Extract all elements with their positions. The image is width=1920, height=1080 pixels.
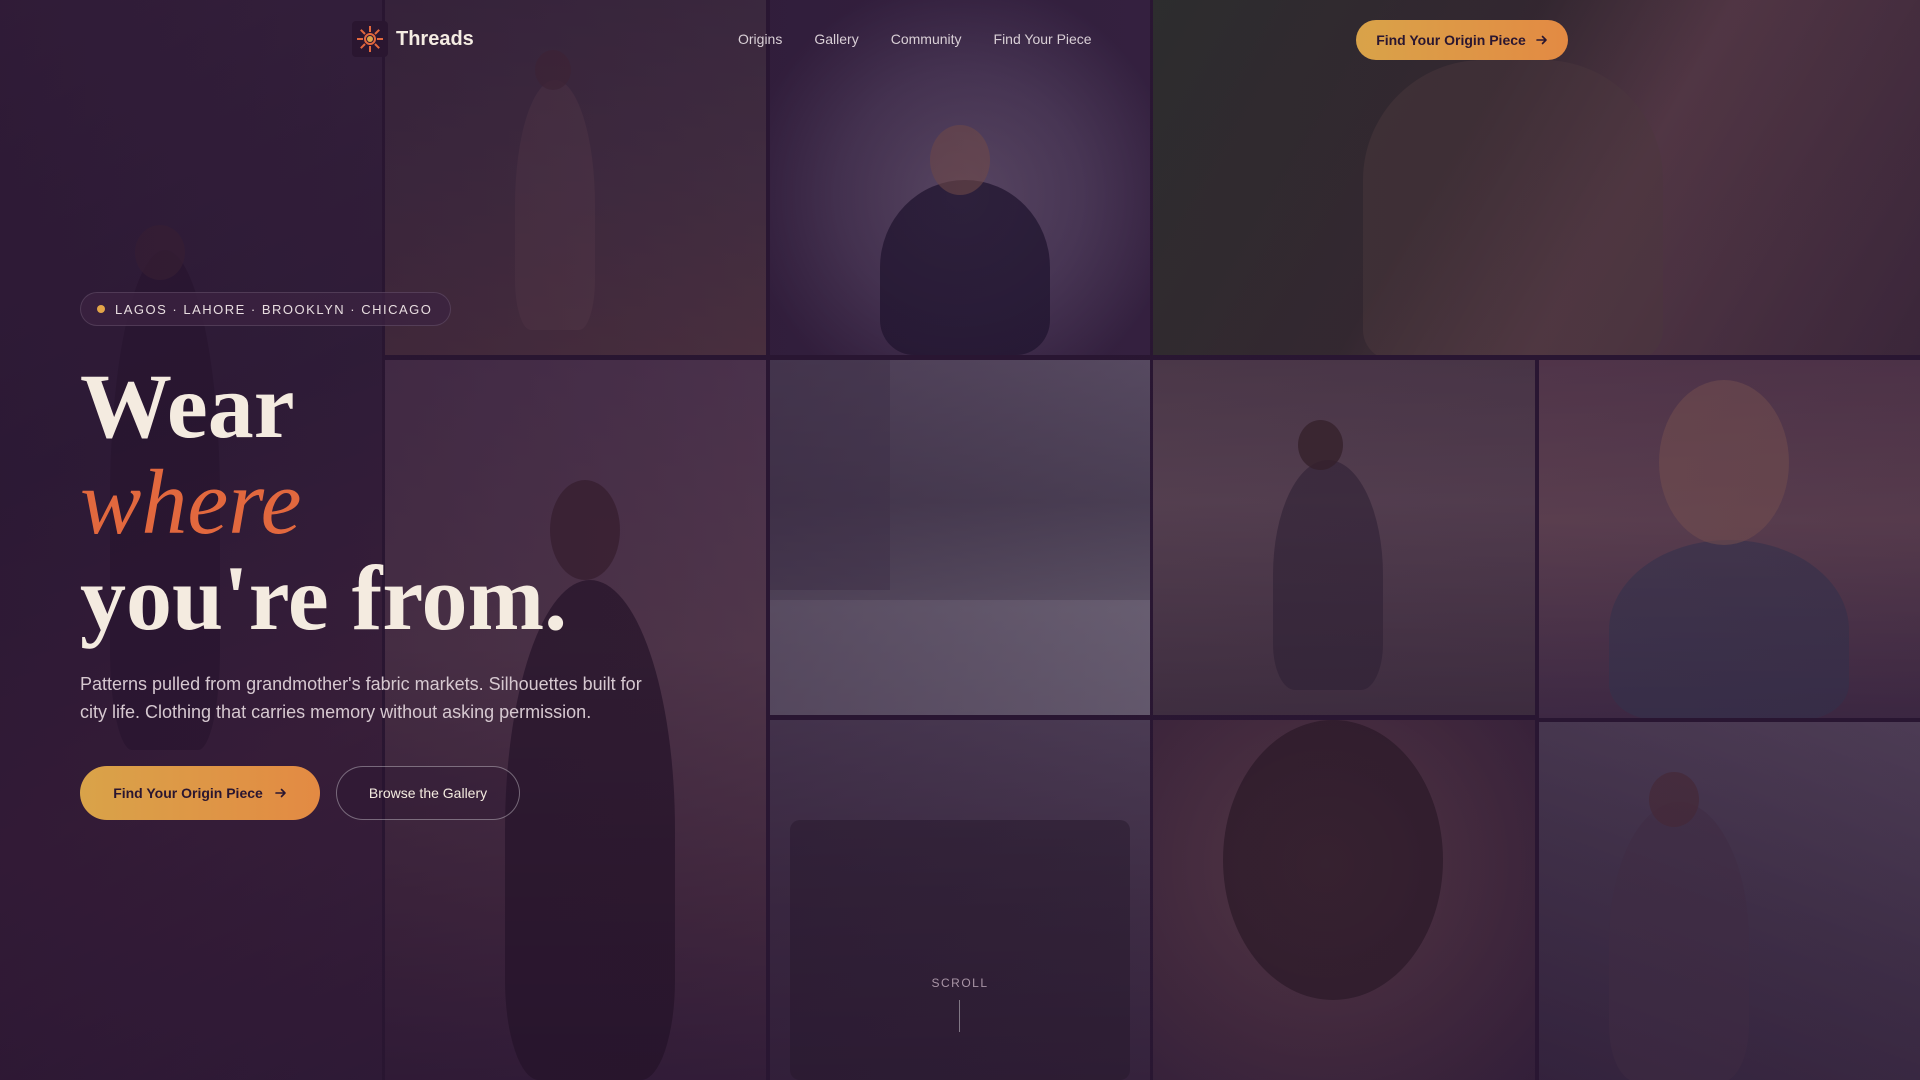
nav-link-gallery[interactable]: Gallery <box>814 31 858 47</box>
site-header: Threads Origins Gallery Community Find Y… <box>0 0 1920 80</box>
arrow-right-icon <box>1536 35 1547 45</box>
secondary-cta-label: Browse the Gallery <box>368 785 488 801</box>
brand-name: Threads <box>396 27 474 50</box>
find-origin-piece-button[interactable]: Find Your Origin Piece <box>80 766 320 820</box>
hero-lede: Patterns pulled from grandmother's fabri… <box>80 674 642 722</box>
main-nav: Origins Gallery Community Find Your Piec… <box>738 31 1092 47</box>
locations-text: LAGOS · LAHORE · BROOKLYN · CHICAGO <box>115 301 433 317</box>
nav-link-origins[interactable]: Origins <box>738 31 782 47</box>
scroll-indicator-label: SCROLL <box>931 976 989 990</box>
browse-gallery-button[interactable]: Browse the Gallery <box>336 766 520 820</box>
brand-logo-link[interactable]: Threads <box>352 21 474 57</box>
sunburst-logo-icon <box>352 21 388 57</box>
header-cta-label: Find Your Origin Piece <box>1376 32 1526 48</box>
status-dot-icon <box>97 305 105 313</box>
headline-line-2: where <box>80 451 302 553</box>
headline-line-3: you're from. <box>80 547 568 649</box>
arrow-right-icon <box>275 788 286 798</box>
header-cta-button[interactable]: Find Your Origin Piece <box>1356 20 1568 60</box>
hero-headline: Wear where you're from. <box>80 358 567 646</box>
scroll-indicator-line <box>959 1000 960 1032</box>
primary-cta-label: Find Your Origin Piece <box>113 785 263 801</box>
nav-link-community[interactable]: Community <box>891 31 962 47</box>
locations-badge: LAGOS · LAHORE · BROOKLYN · CHICAGO <box>80 292 452 326</box>
nav-link-find-your-piece[interactable]: Find Your Piece <box>994 31 1092 47</box>
headline-line-1: Wear <box>80 355 295 457</box>
